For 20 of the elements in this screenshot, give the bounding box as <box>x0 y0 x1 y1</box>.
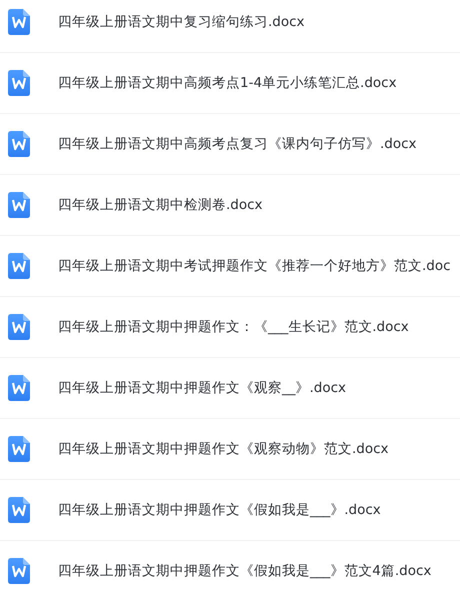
word-document-icon <box>8 375 30 401</box>
file-name[interactable]: 四年级上册语文期中押题作文《观察动物》范文.docx <box>58 440 389 458</box>
word-document-icon <box>8 131 30 157</box>
file-name[interactable]: 四年级上册语文期中高频考点1-4单元小练笔汇总.docx <box>58 74 397 92</box>
file-name[interactable]: 四年级上册语文期中高频考点复习《课内句子仿写》.docx <box>58 135 417 153</box>
word-document-icon <box>8 70 30 96</box>
word-document-icon <box>8 558 30 584</box>
word-document-icon <box>8 253 30 279</box>
word-document-icon <box>8 192 30 218</box>
word-document-icon <box>8 9 30 35</box>
word-document-icon <box>8 314 30 340</box>
word-document-icon <box>8 497 30 523</box>
file-name[interactable]: 四年级上册语文期中押题作文《观察__》.docx <box>58 379 346 397</box>
file-name[interactable]: 四年级上册语文期中考试押题作文《推荐一个好地方》范文.doc <box>58 257 451 275</box>
file-name[interactable]: 四年级上册语文期中押题作文：《___生长记》范文.docx <box>58 318 409 336</box>
word-document-icon <box>8 436 30 462</box>
file-name[interactable]: 四年级上册语文期中检测卷.docx <box>58 196 263 214</box>
file-name[interactable]: 四年级上册语文期中复习缩句练习.docx <box>58 13 305 31</box>
file-name[interactable]: 四年级上册语文期中押题作文《假如我是___》.docx <box>58 501 381 519</box>
file-name[interactable]: 四年级上册语文期中押题作文《假如我是___》范文4篇.docx <box>58 562 432 580</box>
